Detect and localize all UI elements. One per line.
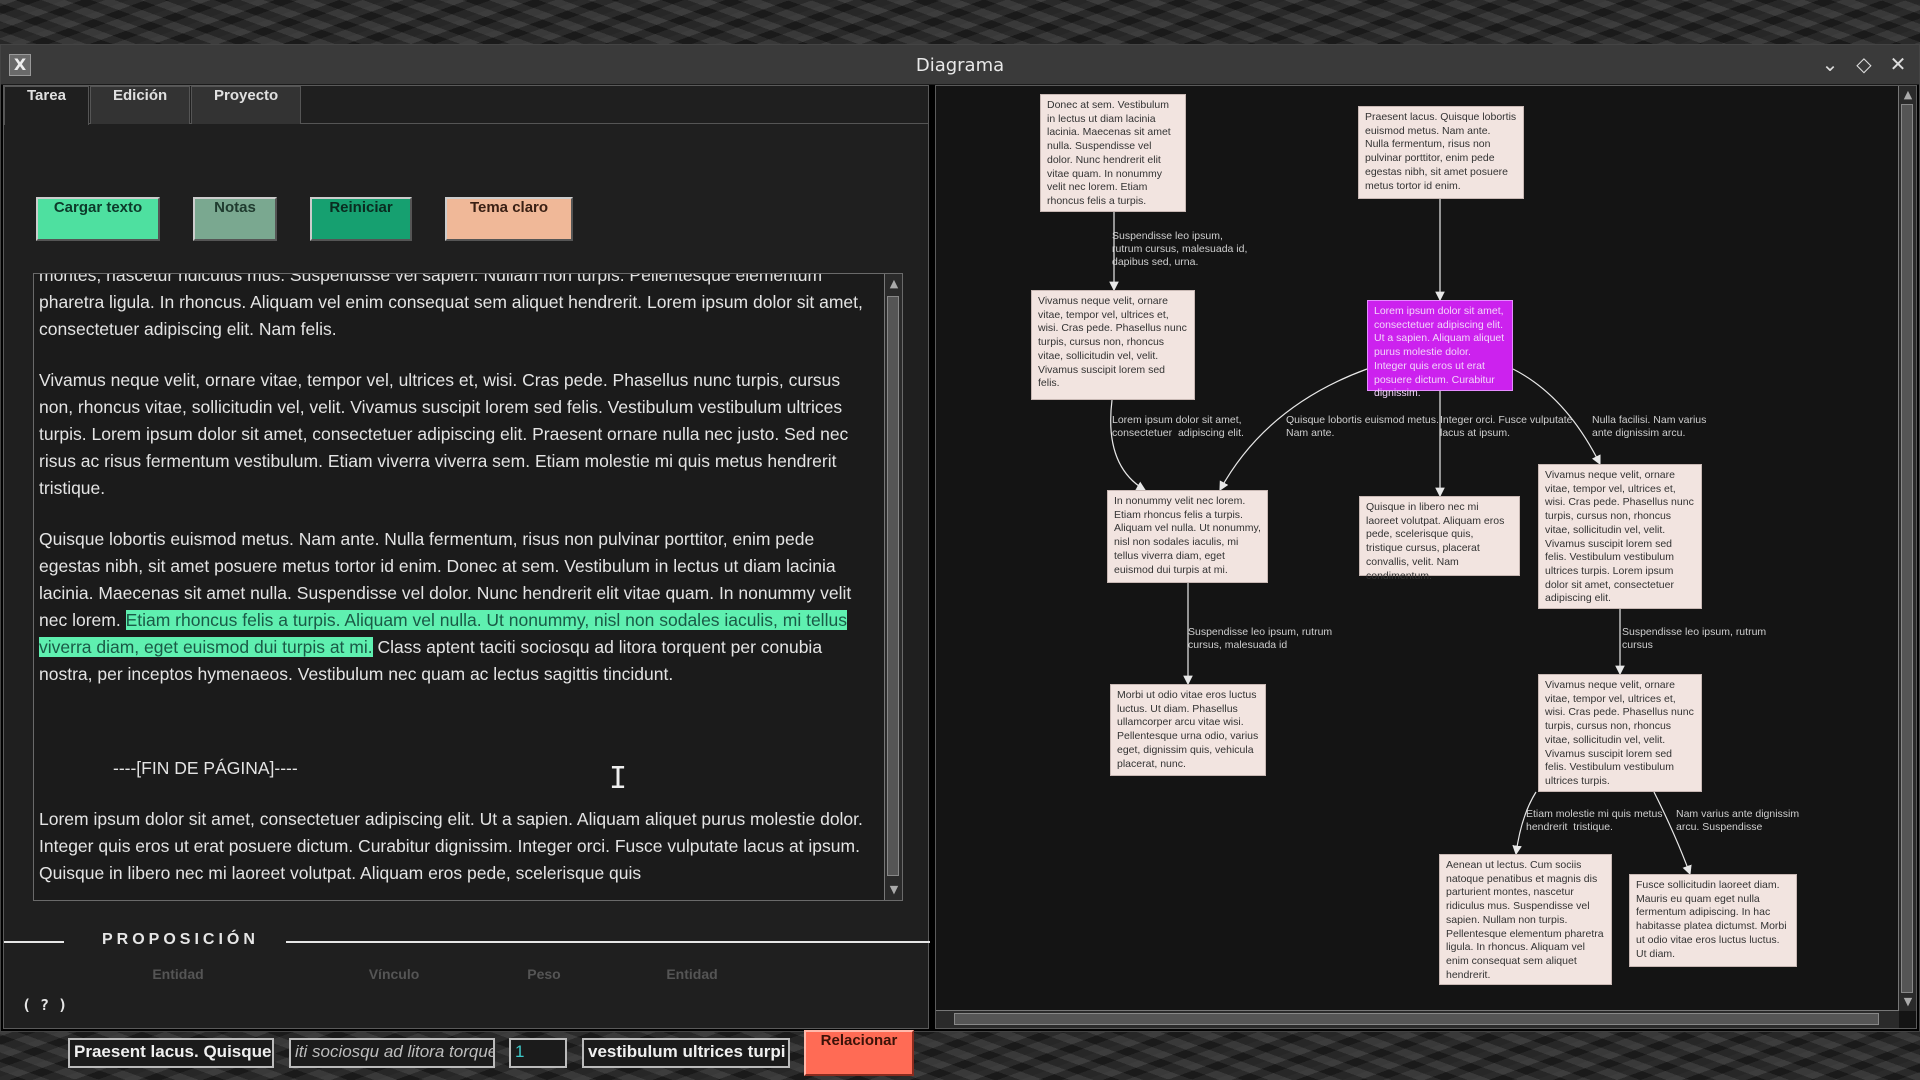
entity1-input[interactable]: Praesent lacus. Quisque <box>68 1038 274 1068</box>
edge-label: Suspendisse leo ipsum, rutrum cursus <box>1622 626 1767 651</box>
edge-label: Suspendisse leo ipsum, rutrum cursus, ma… <box>1112 230 1248 268</box>
load-text-button[interactable]: Cargar texto <box>36 197 160 241</box>
diagram-node[interactable]: Praesent lacus. Quisque lobortis euismod… <box>1358 106 1524 199</box>
text-cursor-icon: I <box>609 761 628 796</box>
window-title: Diagrama <box>915 55 1005 76</box>
scroll-down-icon[interactable]: ▼ <box>887 882 901 898</box>
tab-edicion[interactable]: Edición <box>90 86 191 124</box>
diagram-node[interactable]: Vivamus neque velit, ornare vitae, tempo… <box>1538 674 1702 792</box>
diagram-window: X Diagrama ⌄ ◇ ✕ Tarea Edición Proyecto … <box>0 44 1920 1076</box>
task-panel: Tarea Edición Proyecto Cargar texto Nota… <box>3 85 930 1076</box>
edge-label: Integer orci. Fusce vulputate lacus at i… <box>1440 414 1573 439</box>
edge-label: Etiam molestie mi quis metus hendrerit t… <box>1526 808 1663 833</box>
diagram-hscrollbar[interactable] <box>936 1010 1899 1028</box>
diagram-node-selected[interactable]: Lorem ipsum dolor sit amet, consectetuer… <box>1367 300 1513 399</box>
scrollbar-thumb[interactable] <box>954 1013 1879 1025</box>
scroll-up-icon[interactable]: ▲ <box>887 276 901 292</box>
entity1-label: Entidad <box>152 966 204 982</box>
link-label: Vínculo <box>368 966 420 982</box>
diagram-node[interactable]: Quisque in libero nec mi laoreet volutpa… <box>1359 496 1520 582</box>
link-input[interactable]: iti sociosqu ad litora torque <box>289 1038 495 1068</box>
diagram-canvas[interactable]: Donec at sem. Vestibulum in lectus ut di… <box>936 86 1899 1011</box>
scrollbar-thumb[interactable] <box>1901 104 1913 993</box>
tab-bar: Tarea Edición Proyecto <box>4 86 928 125</box>
maximize-icon[interactable]: ◇ <box>1853 51 1875 77</box>
close-icon[interactable]: ✕ <box>1887 51 1909 77</box>
scroll-down-icon[interactable]: ▼ <box>1901 994 1915 1010</box>
title-bar[interactable]: X Diagrama ⌄ ◇ ✕ <box>1 45 1919 85</box>
diagram-node[interactable]: Aenean ut lectus. Cum sociis natoque pen… <box>1439 854 1612 985</box>
tab-tarea[interactable]: Tarea <box>4 86 89 125</box>
entity2-label: Entidad <box>666 966 718 982</box>
edge-label: Nam varius ante dignissim arcu. Suspendi… <box>1676 808 1800 833</box>
diagram-node[interactable]: Morbi ut odio vitae eros luctus luctus. … <box>1110 684 1266 776</box>
paragraph: Lorem ipsum dolor sit amet, consectetuer… <box>39 809 863 883</box>
notes-button[interactable]: Notas <box>193 197 277 241</box>
window-controls: ⌄ ◇ ✕ <box>1819 51 1909 77</box>
edge-label: Nulla facilisi. Nam varius ante dignissi… <box>1592 414 1707 439</box>
editor-content[interactable]: montes, nascetur ridiculus mus. Suspendi… <box>39 273 879 900</box>
scroll-up-icon[interactable]: ▲ <box>1901 87 1915 103</box>
weight-label: Peso <box>527 966 561 982</box>
edge-label: Quisque lobortis euismod metus. Nam ante… <box>1286 414 1439 439</box>
diagram-panel: Donec at sem. Vestibulum in lectus ut di… <box>935 85 1917 1029</box>
diagram-node[interactable]: Fusce sollicitudin laoreet diam. Mauris … <box>1629 874 1797 967</box>
divider <box>4 941 64 943</box>
minimize-icon[interactable]: ⌄ <box>1819 51 1841 77</box>
help-button[interactable]: ( ? ) <box>22 996 67 1014</box>
diagram-node[interactable]: In nonummy velit nec lorem. Etiam rhoncu… <box>1107 490 1268 583</box>
diagram-vscrollbar[interactable]: ▲ ▼ <box>1898 86 1916 1011</box>
tab-proyecto[interactable]: Proyecto <box>191 86 302 124</box>
reset-button[interactable]: Reiniciar <box>310 197 412 241</box>
relate-button[interactable]: Relacionar <box>804 1030 914 1076</box>
text-editor[interactable]: montes, nascetur ridiculus mus. Suspendi… <box>33 273 903 901</box>
paragraph: montes, nascetur ridiculus mus. Suspendi… <box>39 273 863 339</box>
page-break-marker: ----[FIN DE PÁGINA]---- <box>113 758 298 778</box>
entity2-input[interactable]: vestibulum ultrices turpi <box>582 1038 790 1068</box>
editor-scrollbar[interactable]: ▲ ▼ <box>884 274 902 900</box>
paragraph: Quisque lobortis euismod metus. Nam ante… <box>39 526 879 688</box>
weight-input[interactable]: 1 <box>509 1038 567 1068</box>
divider <box>286 941 930 943</box>
diagram-node[interactable]: Vivamus neque velit, ornare vitae, tempo… <box>1538 464 1702 609</box>
edge-label: Suspendisse leo ipsum, rutrum cursus, ma… <box>1188 626 1333 651</box>
diagram-node[interactable]: Vivamus neque velit, ornare vitae, tempo… <box>1031 290 1195 400</box>
diagram-node[interactable]: Donec at sem. Vestibulum in lectus ut di… <box>1040 94 1186 212</box>
theme-button[interactable]: Tema claro <box>445 197 573 241</box>
proposition-title: PROPOSICIÓN <box>102 931 259 948</box>
edge-label: Lorem ipsum dolor sit amet, consectetuer… <box>1112 414 1244 439</box>
paragraph: Vivamus neque velit, ornare vitae, tempo… <box>39 370 849 498</box>
scrollbar-thumb[interactable] <box>887 296 899 876</box>
